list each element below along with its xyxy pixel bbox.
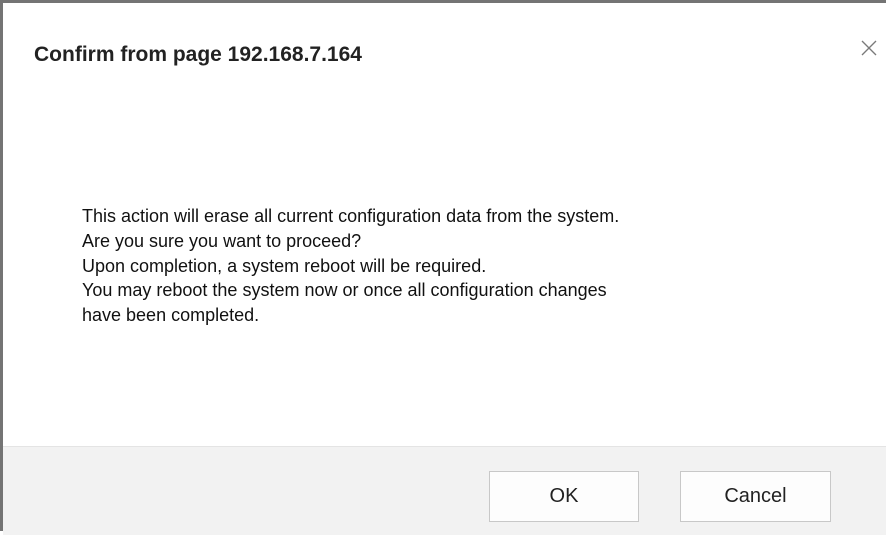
cancel-button[interactable]: Cancel [680,471,831,522]
dialog-title: Confirm from page 192.168.7.164 [34,43,362,66]
close-icon [861,40,877,56]
close-button[interactable] [854,33,884,63]
message-line: Upon completion, a system reboot will be… [82,255,487,276]
dialog-message: This action will erase all current confi… [82,204,862,328]
message-line: Are you sure you want to proceed? [82,230,362,251]
message-line: You may reboot the system now or once al… [82,280,607,301]
ok-button[interactable]: OK [489,471,639,522]
confirm-dialog: Confirm from page 192.168.7.164 This act… [0,0,886,535]
message-line: have been completed. [82,305,260,326]
message-line: This action will erase all current confi… [82,206,620,226]
dialog-footer: OK Cancel [3,446,886,535]
